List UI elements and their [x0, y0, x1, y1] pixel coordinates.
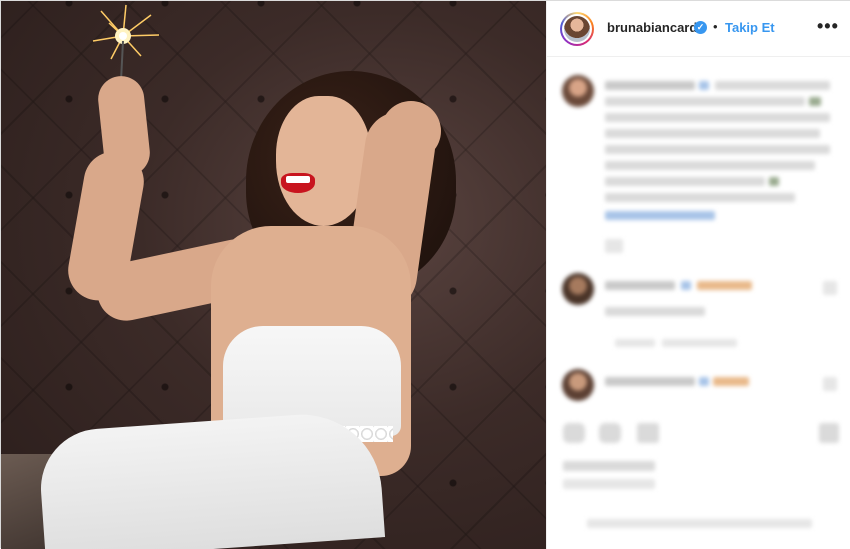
- verified-badge-icon: ✓: [694, 21, 707, 34]
- right-hand: [381, 101, 441, 161]
- avatar-image: [564, 16, 590, 42]
- more-options-icon[interactable]: •••: [817, 16, 839, 37]
- caption-avatar: [562, 75, 594, 107]
- teeth: [286, 176, 310, 183]
- follow-button[interactable]: Takip Et: [725, 20, 775, 35]
- comment-icon[interactable]: [599, 423, 621, 443]
- instagram-post: brunabiancardi ✓ • Takip Et •••: [0, 0, 850, 549]
- separator-dot: •: [713, 19, 718, 34]
- avatar-frame: [562, 14, 592, 44]
- white-jeans: [36, 409, 386, 549]
- heart-icon[interactable]: [563, 423, 585, 443]
- post-header: brunabiancardi ✓ • Takip Et •••: [547, 1, 850, 57]
- share-icon[interactable]: [637, 423, 659, 443]
- username-link[interactable]: brunabiancardi: [607, 20, 701, 35]
- post-sidebar: brunabiancardi ✓ • Takip Et •••: [546, 1, 850, 549]
- comment-avatar: [562, 273, 594, 305]
- post-photo[interactable]: [1, 1, 546, 549]
- comment-avatar: [562, 369, 594, 401]
- avatar[interactable]: [560, 12, 594, 46]
- bookmark-icon[interactable]: [819, 423, 839, 443]
